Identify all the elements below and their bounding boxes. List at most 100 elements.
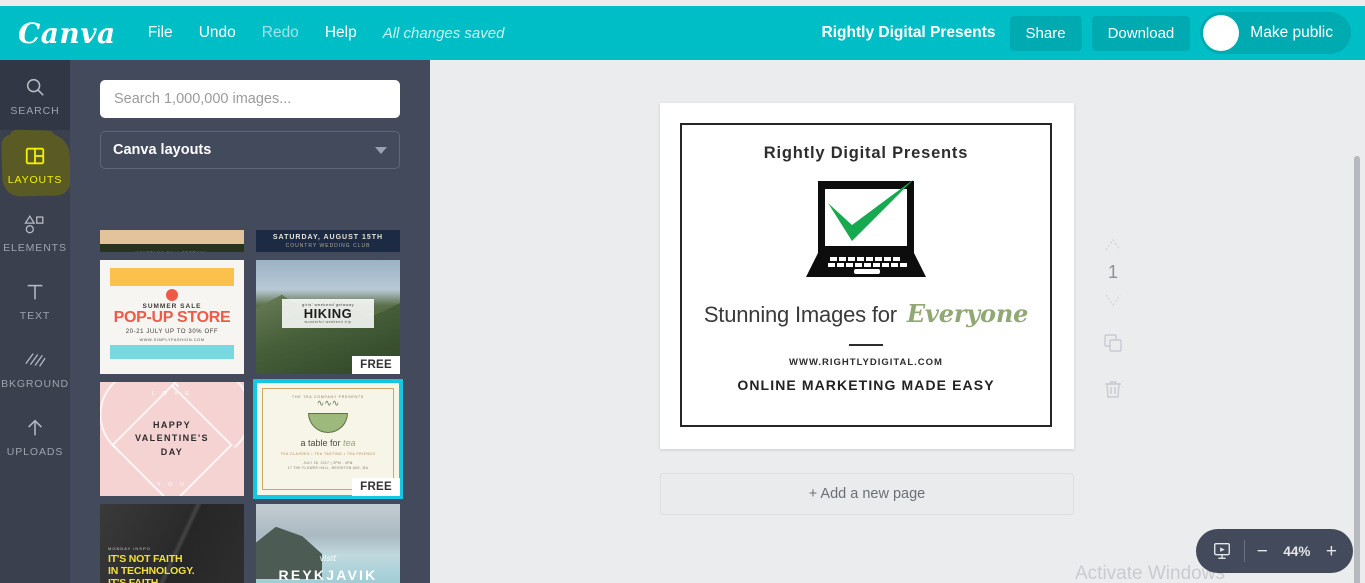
thumb-art: visit REYKJAVIK [256, 504, 400, 583]
sidebar-item-search[interactable]: SEARCH [0, 60, 70, 130]
canvas-area[interactable]: Rightly Digital Presents Stunning Images… [430, 60, 1365, 583]
text-icon [24, 279, 46, 305]
thumb-title-plain: a table for [300, 438, 341, 448]
thumb-caption: HAYSTACK FALL FESTIVAL [100, 250, 244, 252]
add-new-page-button[interactable]: + Add a new page [660, 473, 1074, 515]
thumb-art: SATURDAY, AUGUST 15TH COUNTRY WEDDING CL… [256, 230, 400, 252]
make-public-toggle[interactable]: Make public [1200, 12, 1351, 54]
download-button[interactable]: Download [1091, 15, 1191, 51]
menu-item-undo[interactable]: Undo [199, 24, 236, 42]
design-page[interactable]: Rightly Digital Presents Stunning Images… [660, 103, 1074, 449]
divider [849, 344, 883, 346]
elements-icon [22, 211, 48, 237]
sidebar-item-uploads[interactable]: UPLOADS [0, 402, 70, 470]
laptop-checkmark-icon[interactable] [792, 173, 940, 285]
present-icon[interactable] [1212, 541, 1232, 561]
layouts-icon [24, 143, 46, 169]
design-tagline-script: Everyone [906, 299, 1029, 328]
sidebar-item-text[interactable]: TEXT [0, 266, 70, 334]
thumb-card: girls' weekend getaway HIKING wonderful … [281, 298, 375, 328]
thumb-strip-top [110, 268, 234, 286]
thumb-line-2: REYKJAVIK [278, 566, 378, 583]
layout-thumb-hiking[interactable]: girls' weekend getaway HIKING wonderful … [256, 260, 400, 374]
chevron-down-icon [375, 146, 387, 154]
layout-thumbnail-grid[interactable]: HAYSTACK FALL FESTIVAL SATURDAY, AUGUST … [70, 230, 430, 583]
sidebar-item-elements[interactable]: ELEMENTS [0, 198, 70, 266]
tea-bowl-icon [308, 413, 348, 433]
thumb-subtitle: TEA CLASSES • TEA TASTING • TEA FRIENDS [280, 452, 376, 456]
sidebar-item-label: LAYOUTS [7, 173, 63, 186]
toggle-knob[interactable] [1203, 15, 1240, 51]
thumb-title-script: tea [343, 438, 356, 448]
design-tagline[interactable]: Stunning Images for Everyone [704, 299, 1029, 328]
divider [1243, 540, 1245, 562]
thumb-line-3: 20-21 JULY UP TO 30% OFF [125, 328, 219, 335]
layout-thumb-faith-quote[interactable]: MONDAY INSPO IT'S NOT FAITH IN TECHNOLOG… [100, 504, 244, 583]
background-icon [24, 347, 46, 373]
thumb-line-1: SATURDAY, AUGUST 15TH [272, 233, 384, 241]
vertical-scrollbar[interactable] [1354, 156, 1360, 583]
upload-arrow-icon [24, 415, 46, 441]
layout-thumb-kraft-green[interactable]: HAYSTACK FALL FESTIVAL [100, 230, 244, 252]
thumbnail-row: HAYSTACK FALL FESTIVAL SATURDAY, AUGUST … [100, 230, 400, 252]
make-public-label: Make public [1250, 24, 1333, 41]
search-input[interactable] [100, 80, 400, 118]
sidebar-item-label: BKGROUND [1, 377, 69, 390]
menu-item-file[interactable]: File [148, 24, 173, 42]
main-menu: File Undo Redo Help [148, 24, 357, 42]
category-dropdown[interactable]: Canva layouts [100, 131, 400, 169]
delete-page-icon[interactable] [1104, 379, 1122, 399]
thumb-line-4: WWW.SIMPLYFASHION.COM [139, 336, 205, 342]
thumb-address: JULY 28, 2017 | 2PM - 4PM 17 THE FLOWER … [287, 461, 369, 471]
thumb-line-2: HIKING [303, 305, 353, 321]
thumb-art: L O V E HAPPY VALENTINE'S DAY Y O U [100, 382, 244, 496]
page-number: 1 [1107, 262, 1118, 282]
move-page-up-icon[interactable] [1104, 238, 1122, 252]
move-page-down-icon[interactable] [1104, 293, 1122, 307]
thumb-line-2: COUNTRY WEDDING CLUB [285, 242, 371, 249]
sidebar-item-label: ELEMENTS [3, 241, 67, 254]
duplicate-page-icon[interactable] [1103, 333, 1123, 353]
design-title[interactable]: Rightly Digital Presents [764, 144, 968, 163]
layout-thumb-popup-store[interactable]: SUMMER SALE POP-UP STORE 20-21 JULY UP T… [100, 260, 244, 374]
search-container [70, 60, 430, 118]
thumb-title: a table for tea [263, 438, 393, 448]
thumb-line-3: wonderful weekend trip [304, 319, 352, 324]
thumb-line-bottom: Y O U [157, 482, 187, 488]
layouts-panel: Canva layouts HAYSTACK FALL FESTIVAL SAT… [70, 60, 430, 583]
thumb-quote: IT'S NOT FAITH IN TECHNOLOGY. IT'S FAITH… [108, 553, 195, 583]
layout-thumb-table-for-tea[interactable]: THE TEA COMPANY PRESENTS ∿∿∿ a table for… [253, 379, 403, 499]
thumb-art: MONDAY INSPO IT'S NOT FAITH IN TECHNOLOG… [100, 504, 244, 583]
thumb-art: SUMMER SALE POP-UP STORE 20-21 JULY UP T… [100, 260, 244, 374]
thumb-line-2: POP-UP STORE [113, 309, 231, 326]
layout-thumb-reykjavik[interactable]: visit REYKJAVIK [256, 504, 400, 583]
menu-item-redo[interactable]: Redo [262, 24, 299, 42]
design-url[interactable]: WWW.RIGHTLYDIGITAL.COM [789, 357, 943, 368]
thumb-inner-frame: THE TEA COMPANY PRESENTS ∿∿∿ a table for… [262, 388, 394, 490]
steam-icon: ∿∿∿ [316, 398, 340, 408]
zoom-in-button[interactable]: + [1326, 542, 1337, 561]
layout-thumb-valentines[interactable]: L O V E HAPPY VALENTINE'S DAY Y O U [100, 382, 244, 496]
category-dropdown-label: Canva layouts [113, 142, 212, 158]
design-footer[interactable]: ONLINE MARKETING MADE EASY [737, 377, 994, 393]
canva-editor-window: Canva File Undo Redo Help All changes sa… [0, 0, 1365, 583]
page-tools: 1 [1091, 238, 1135, 399]
thumb-message: HAPPY VALENTINE'S DAY [135, 419, 209, 457]
top-right-actions: Rightly Digital Presents Share Download … [822, 12, 1351, 54]
top-toolbar: Canva File Undo Redo Help All changes sa… [0, 6, 1365, 60]
document-title[interactable]: Rightly Digital Presents [822, 24, 996, 42]
sun-icon [166, 289, 178, 301]
canva-logo[interactable]: Canva [18, 17, 122, 50]
thumbnail-row: L O V E HAPPY VALENTINE'S DAY Y O U THE … [100, 379, 403, 499]
layout-thumb-navy-wedding[interactable]: SATURDAY, AUGUST 15TH COUNTRY WEDDING CL… [256, 230, 400, 252]
menu-item-help[interactable]: Help [325, 24, 357, 42]
sidebar-item-layouts[interactable]: LAYOUTS [0, 130, 71, 198]
share-button[interactable]: Share [1009, 15, 1082, 51]
sidebar-item-bkground[interactable]: BKGROUND [0, 334, 70, 402]
sidebar-item-label: TEXT [19, 309, 51, 322]
zoom-out-button[interactable]: − [1257, 542, 1268, 561]
design-frame: Rightly Digital Presents Stunning Images… [680, 123, 1052, 427]
thumb-line-1: visit [319, 554, 337, 564]
thumb-kicker: MONDAY INSPO [108, 546, 151, 552]
thumbnail-row: MONDAY INSPO IT'S NOT FAITH IN TECHNOLOG… [100, 504, 400, 583]
